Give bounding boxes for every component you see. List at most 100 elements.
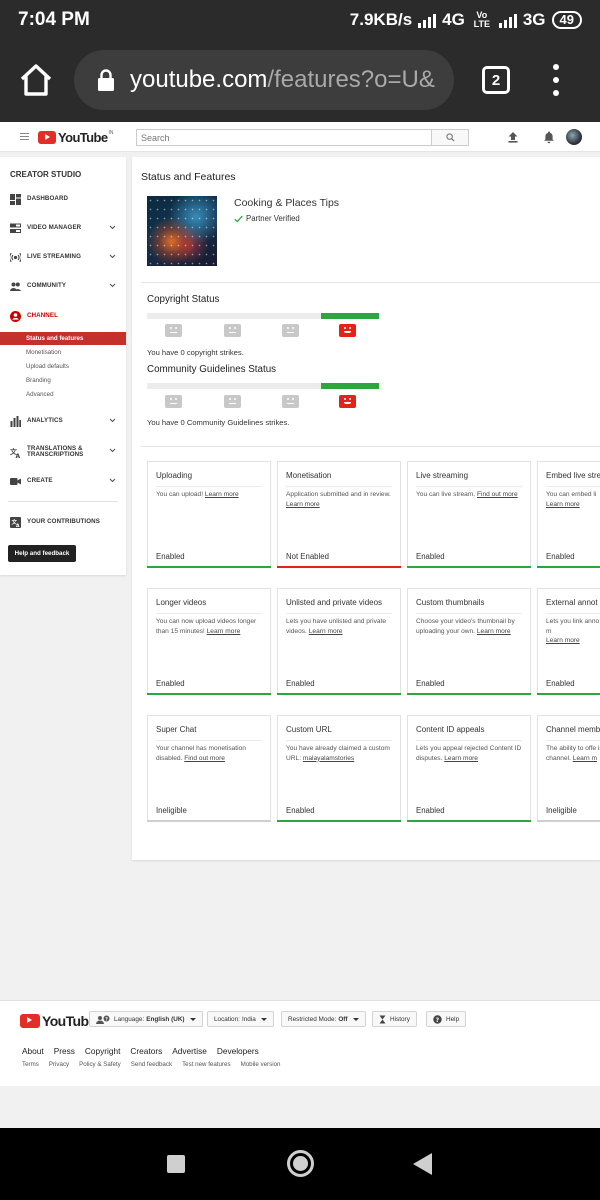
notifications-bell-icon[interactable] [542,130,556,144]
learn-more-link[interactable]: Learn more [546,637,580,644]
home-icon[interactable] [18,62,54,98]
learn-more-link[interactable]: Learn more [477,628,511,635]
upload-icon[interactable] [506,130,520,144]
status-bar [277,566,401,568]
status-bar [407,820,531,822]
community-icon [10,282,21,291]
feature-status: Ineligible [546,806,577,815]
footer-link-send-feedback[interactable]: Send feedback [131,1061,172,1068]
community-strikes-text: You have 0 Community Guidelines strikes. [147,418,290,427]
footer-links: About Press Copyright Creators Advertise… [22,1046,259,1056]
network-type-1: 4G [442,10,465,29]
footer-link-advertise[interactable]: Advertise [172,1046,207,1056]
status-time: 7:04 PM [18,9,90,30]
footer-link-mobile-version[interactable]: Mobile version [241,1061,281,1068]
channel-name[interactable]: Cooking & Places Tips [234,197,339,209]
language-picker-button[interactable]: ? Language: English (UK) [89,1011,203,1027]
dropdown-caret-icon [260,1017,267,1021]
sidebar-item-channel[interactable]: CHANNEL [0,308,126,324]
recents-button-icon[interactable] [167,1155,185,1173]
learn-more-link[interactable]: Learn more [205,491,239,498]
footer-link-copyright[interactable]: Copyright [85,1046,121,1056]
sidebar-subitem-branding[interactable]: Branding [0,374,126,387]
learn-more-link[interactable]: Learn more [546,501,580,508]
learn-more-link[interactable]: Learn more [444,755,478,762]
restricted-mode-button[interactable]: Restricted Mode: Off [281,1011,366,1027]
sidebar-subitem-advanced[interactable]: Advanced [0,388,126,401]
sidebar-item-create[interactable]: CREATE [0,473,126,489]
guide-menu-icon[interactable] [20,133,29,140]
custom-url-link[interactable]: malayalamstories [303,755,354,762]
footer-link-policy-safety[interactable]: Policy & Safety [79,1061,121,1068]
overflow-menu-icon[interactable] [548,64,564,96]
footer-link-test-features[interactable]: Test new features [182,1061,231,1068]
feature-card-uploading: Uploading You can upload! Learn more Ena… [147,461,271,568]
sidebar-subitem-monetisation[interactable]: Monetisation [0,346,126,359]
feature-card-external-annotations: External annot Lets you link anno extern… [537,588,600,695]
sidebar-item-label: YOUR CONTRIBUTIONS [27,517,100,525]
feature-card-channel-memberships: Channel memb The ability to offe isn't y… [537,715,600,822]
sad-face-icon [165,395,182,408]
learn-more-link[interactable]: Learn more [207,628,241,635]
back-button-icon[interactable] [413,1153,432,1175]
sidebar-item-video-manager[interactable]: VIDEO MANAGER [0,220,126,236]
find-out-more-link[interactable]: Find out more [184,755,225,762]
address-bar[interactable]: youtube.com/features?o=U& [74,50,454,110]
neutral-face-icon [282,395,299,408]
learn-more-link[interactable]: Learn m [573,755,597,762]
help-feedback-button[interactable]: Help and feedback [8,545,76,562]
youtube-logo[interactable]: YouTube IN [38,130,113,145]
history-button[interactable]: History [372,1011,417,1027]
status-bar [537,693,600,695]
home-button-icon[interactable] [287,1150,314,1177]
feature-title: Monetisation [286,471,332,480]
sidebar-item-analytics[interactable]: ANALYTICS [0,413,126,429]
feature-title: Longer videos [156,598,207,607]
footer-link-terms[interactable]: Terms [22,1061,39,1068]
copyright-status-heading: Copyright Status [147,294,220,305]
language-label: Language: [114,1015,145,1023]
account-avatar[interactable] [566,129,582,145]
tab-switcher-button[interactable]: 2 [482,66,510,94]
logo-wordmark: YouTube [42,1013,96,1029]
channel-thumbnail[interactable] [147,196,217,266]
sidebar-item-translations[interactable]: 文A TRANSLATIONS & TRANSCRIPTIONS [0,443,126,461]
chevron-down-icon [109,448,116,453]
status-bar [537,820,600,822]
feature-description: You can embed li [546,491,597,498]
sidebar-item-dashboard[interactable]: DASHBOARD [0,191,126,207]
location-picker-button[interactable]: Location: India [207,1011,274,1027]
sidebar-item-live-streaming[interactable]: LIVE STREAMING [0,249,126,265]
language-icon: ? [96,1015,110,1024]
help-button[interactable]: ? Help [426,1011,467,1027]
happy-face-icon [339,324,356,337]
sidebar-item-contributions[interactable]: 文A YOUR CONTRIBUTIONS [0,514,126,530]
contributions-icon: 文A [10,516,21,528]
feature-status: Enabled [546,552,575,561]
status-bar [277,693,401,695]
sidebar-subitem-upload-defaults[interactable]: Upload defaults [0,360,126,373]
footer-link-creators[interactable]: Creators [130,1046,162,1056]
search-button[interactable] [432,129,469,146]
footer-link-press[interactable]: Press [54,1046,75,1056]
sidebar-item-community[interactable]: COMMUNITY [0,278,126,294]
section-divider [141,446,600,447]
footer-link-privacy[interactable]: Privacy [49,1061,69,1068]
search-input[interactable] [136,129,432,146]
youtube-masthead: YouTube IN [0,122,600,152]
learn-more-link[interactable]: Learn more [286,501,320,508]
feature-title: Content ID appeals [416,725,485,734]
status-bar [147,566,271,568]
learn-more-link[interactable]: Learn more [309,628,343,635]
feature-card-content-id: Content ID appeals Lets you appeal rejec… [407,715,531,822]
find-out-more-link[interactable]: Find out more [477,491,518,498]
sidebar-subitem-status-features[interactable]: Status and features [0,332,126,345]
footer-youtube-logo[interactable]: YouTube [20,1013,96,1029]
battery-icon: 49 [551,11,582,29]
feature-description: You can live stream. [416,491,476,498]
chevron-down-icon [109,254,116,259]
footer-link-developers[interactable]: Developers [217,1046,259,1056]
footer-link-about[interactable]: About [22,1046,44,1056]
sidebar-item-label: DASHBOARD [27,194,69,202]
footer-sublinks: Terms Privacy Policy & Safety Send feedb… [22,1061,280,1068]
